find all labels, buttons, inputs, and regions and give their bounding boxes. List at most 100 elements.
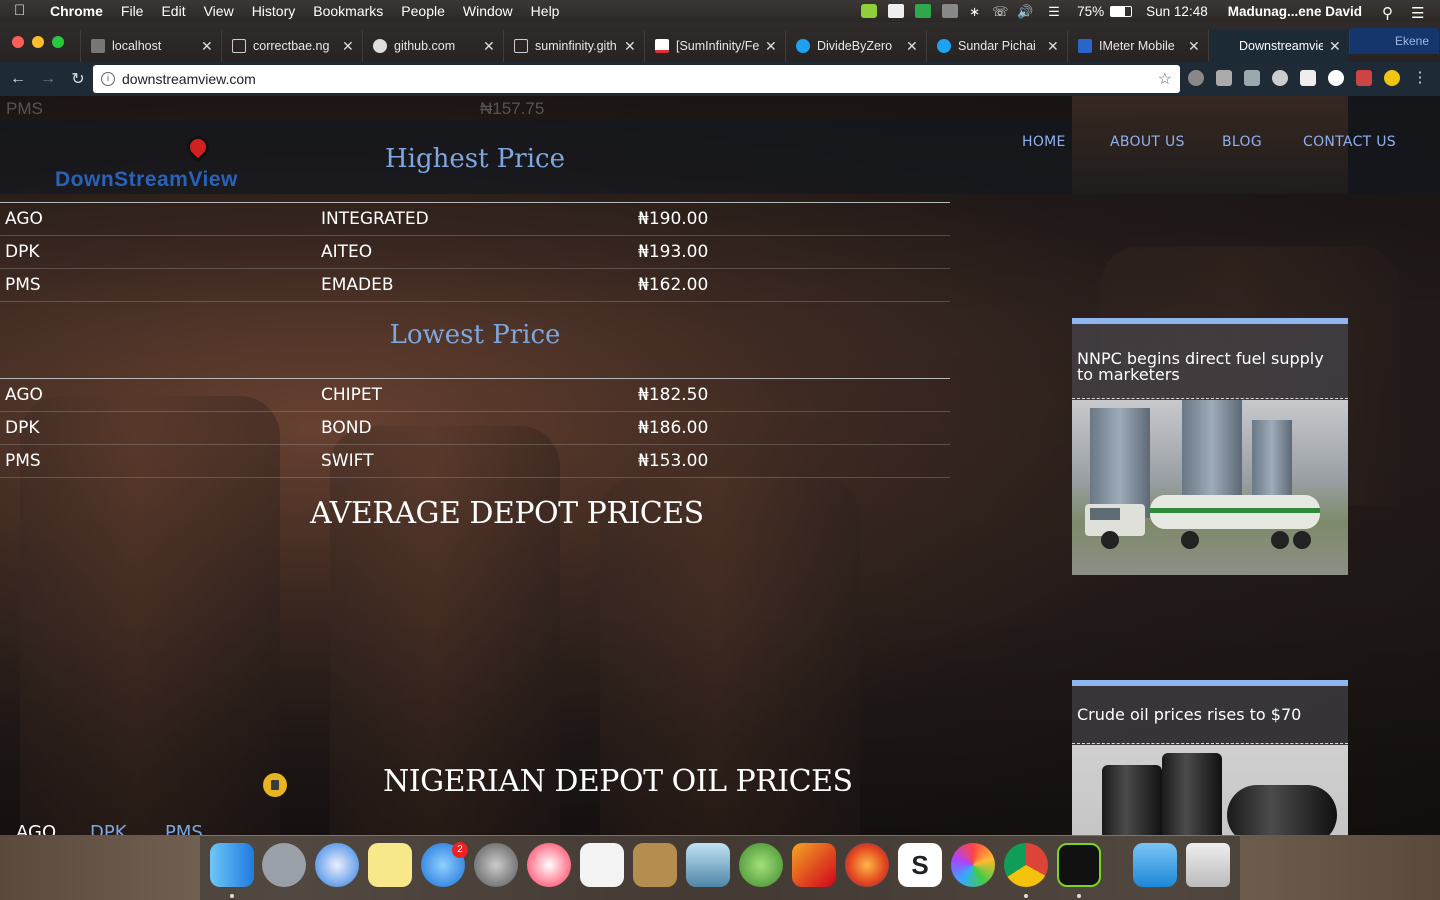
lock-icon[interactable] xyxy=(263,773,287,797)
menu-history[interactable]: History xyxy=(252,3,296,19)
note-extension-icon[interactable] xyxy=(1300,70,1316,86)
minimize-window-icon[interactable] xyxy=(32,36,44,48)
trash-icon[interactable] xyxy=(1186,843,1230,887)
sublime-icon[interactable]: S xyxy=(898,843,942,887)
tab-localhost[interactable]: localhost ✕ xyxy=(80,30,221,62)
news-card[interactable]: Crude oil prices rises to $70 xyxy=(1072,680,1348,835)
firefox-icon[interactable] xyxy=(845,843,889,887)
table-row: AGO CHIPET ₦182.50 xyxy=(0,379,950,412)
notification-center-icon[interactable]: ☰ xyxy=(1411,4,1429,22)
photos-icon[interactable] xyxy=(951,843,995,887)
news-title[interactable]: Crude oil prices rises to $70 xyxy=(1077,707,1342,723)
bookmark-star-icon[interactable]: ☆ xyxy=(1158,69,1172,89)
close-tab-icon[interactable]: ✕ xyxy=(765,38,777,55)
forward-arrow-icon[interactable]: → xyxy=(36,70,60,88)
finder-icon[interactable] xyxy=(210,843,254,887)
news-image[interactable] xyxy=(1072,745,1348,835)
close-window-icon[interactable] xyxy=(12,36,24,48)
system-preferences-icon[interactable] xyxy=(474,843,518,887)
close-tab-icon[interactable]: ✕ xyxy=(342,38,354,55)
profile-button[interactable]: Ekene xyxy=(1349,28,1439,54)
close-tab-icon[interactable]: ✕ xyxy=(906,38,918,55)
menu-bookmarks[interactable]: Bookmarks xyxy=(313,3,383,19)
menu-file[interactable]: File xyxy=(121,3,144,19)
info-icon[interactable]: i xyxy=(101,72,115,86)
glo-icon[interactable] xyxy=(1057,843,1101,887)
tab-dividebyzero[interactable]: DivideByZero ✕ xyxy=(785,30,926,62)
github-icon xyxy=(373,39,387,53)
menu-window[interactable]: Window xyxy=(463,3,513,19)
contacts-icon[interactable] xyxy=(633,843,677,887)
user-name[interactable]: Madunag...ene David xyxy=(1228,4,1362,19)
close-tab-icon[interactable]: ✕ xyxy=(1047,38,1059,55)
close-tab-icon[interactable]: ✕ xyxy=(201,38,213,55)
reminders-icon[interactable] xyxy=(580,843,624,887)
pocket-extension-icon[interactable] xyxy=(1244,70,1260,86)
unity-icon[interactable] xyxy=(942,4,959,18)
close-tab-icon[interactable]: ✕ xyxy=(1329,38,1341,55)
tab-pms[interactable]: PMS xyxy=(165,822,203,835)
clock[interactable]: Sun 12:48 xyxy=(1146,4,1208,19)
nav-about-us[interactable]: ABOUT US xyxy=(1110,134,1185,150)
bluetooth-icon[interactable]: ∗ xyxy=(969,4,981,19)
back-arrow-icon[interactable]: ← xyxy=(6,70,30,88)
news-title[interactable]: NNPC begins direct fuel supply to market… xyxy=(1077,351,1342,383)
gear-extension-icon[interactable] xyxy=(1188,70,1204,86)
play-icon[interactable] xyxy=(861,4,878,18)
phone-icon[interactable]: ☏ xyxy=(992,4,1008,19)
tab-gmail[interactable]: [SumInfinity/Fe ✕ xyxy=(644,30,785,62)
flash-icon[interactable] xyxy=(792,843,836,887)
nav-home[interactable]: HOME xyxy=(1022,134,1066,150)
close-tab-icon[interactable]: ✕ xyxy=(624,38,636,55)
nav-contact-us[interactable]: CONTACT US xyxy=(1303,134,1396,150)
itunes-icon[interactable] xyxy=(527,843,571,887)
table-row: PMS EMADEB ₦162.00 xyxy=(0,269,950,302)
tab-sundar-pichai[interactable]: Sundar Pichai ✕ xyxy=(926,30,1067,62)
menu-dots-icon[interactable]: ⋮ xyxy=(1412,70,1428,86)
tab-downstreamview[interactable]: Downstreamvie ✕ xyxy=(1208,30,1349,62)
average-price-chart[interactable]: 1961821681541400481216Average Depot Pric… xyxy=(0,198,950,751)
coin-extension-icon[interactable] xyxy=(1384,70,1400,86)
display-icon[interactable] xyxy=(888,4,905,18)
tab-github[interactable]: github.com ✕ xyxy=(362,30,503,62)
circle-extension-icon[interactable] xyxy=(1328,70,1344,86)
battery-icon[interactable] xyxy=(1110,5,1133,17)
downloads-folder-icon[interactable] xyxy=(1133,843,1177,887)
menu-help[interactable]: Help xyxy=(531,3,560,19)
launchpad-icon[interactable] xyxy=(262,843,306,887)
reload-icon[interactable]: ↻ xyxy=(66,69,90,89)
menu-chrome[interactable]: Chrome xyxy=(50,3,103,19)
settings-extension-icon[interactable] xyxy=(1272,70,1288,86)
android-studio-icon[interactable] xyxy=(739,843,783,887)
flag-extension-icon[interactable] xyxy=(1356,70,1372,86)
tab-correctbae[interactable]: correctbae.ng ✕ xyxy=(221,30,362,62)
evernote-icon[interactable] xyxy=(915,4,932,18)
news-card[interactable]: NNPC begins direct fuel supply to market… xyxy=(1072,318,1348,575)
chrome-icon[interactable] xyxy=(1004,843,1048,887)
menu-edit[interactable]: Edit xyxy=(161,3,185,19)
lowest-price-title: Lowest Price xyxy=(389,320,561,350)
nav-blog[interactable]: BLOG xyxy=(1222,134,1262,150)
tab-ago[interactable]: AGO xyxy=(16,822,56,835)
gmail-icon xyxy=(655,39,669,53)
menu-people[interactable]: People xyxy=(401,3,445,19)
tab-dpk[interactable]: DPK xyxy=(90,822,127,835)
close-tab-icon[interactable]: ✕ xyxy=(483,38,495,55)
safari-icon[interactable] xyxy=(315,843,359,887)
tab-imeter[interactable]: IMeter Mobile ✕ xyxy=(1067,30,1208,62)
wifi-icon[interactable]: ☰ xyxy=(1048,4,1066,19)
menu-view[interactable]: View xyxy=(204,3,234,19)
volume-icon[interactable]: 🔊 xyxy=(1017,4,1037,19)
table-row: DPK BOND ₦186.00 xyxy=(0,412,950,445)
news-image[interactable] xyxy=(1072,400,1348,575)
tab-suminfinity[interactable]: suminfinity.gith ✕ xyxy=(503,30,644,62)
notes-icon[interactable] xyxy=(368,843,412,887)
screenshot-extension-icon[interactable] xyxy=(1216,70,1232,86)
preview-icon[interactable] xyxy=(686,843,730,887)
address-bar[interactable]: i downstreamview.com ☆ xyxy=(93,65,1180,93)
zoom-window-icon[interactable] xyxy=(52,36,64,48)
apple-menu-icon[interactable]:  xyxy=(14,3,28,19)
close-tab-icon[interactable]: ✕ xyxy=(1188,38,1200,55)
oil-barrel-shape xyxy=(1227,785,1337,835)
spotlight-search-icon[interactable]: ⚲ xyxy=(1382,4,1400,22)
